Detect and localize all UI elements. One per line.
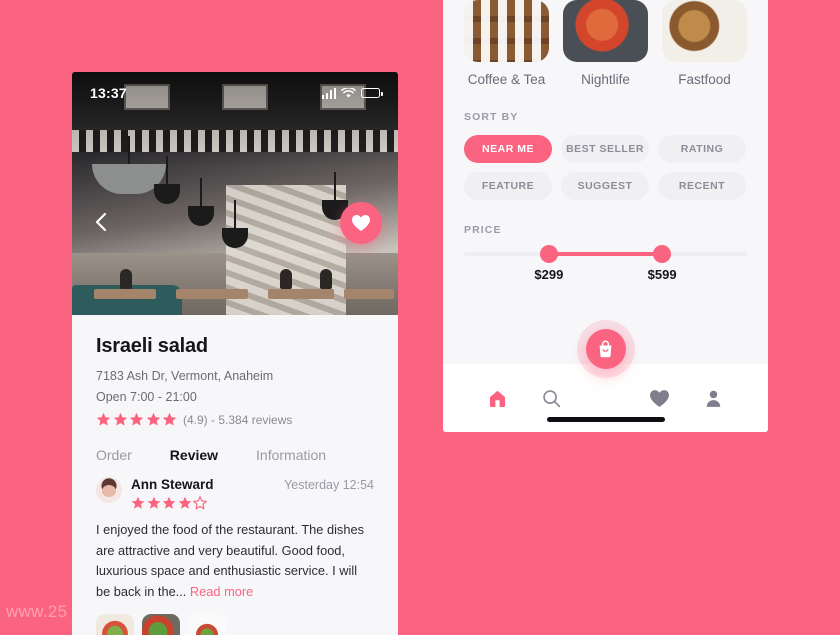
star-icon — [162, 412, 177, 426]
wifi-icon — [341, 87, 356, 98]
coffee-tea-image — [464, 0, 549, 62]
sort-by-label: SORT BY — [464, 111, 519, 123]
star-icon — [131, 496, 145, 509]
star-icon — [113, 412, 127, 426]
star-icon — [162, 496, 176, 509]
avatar — [96, 477, 122, 503]
category-label: Nightlife — [581, 72, 630, 87]
category-label: Fastfood — [678, 72, 731, 87]
nav-item-search[interactable] — [525, 388, 579, 409]
back-chevron-icon[interactable] — [90, 210, 114, 234]
slider-knob-min[interactable] — [539, 245, 558, 263]
heart-icon — [649, 389, 669, 407]
category-item-fastfood[interactable]: Fastfood — [662, 0, 747, 87]
price-range-slider[interactable]: $299 $599 — [443, 236, 768, 283]
search-icon — [543, 389, 561, 407]
review-stars — [131, 496, 374, 510]
restaurant-info: Israeli salad 7183 Ash Dr, Vermont, Anah… — [72, 315, 398, 427]
category-list: Coffee & Tea Nightlife Fastfood — [443, 0, 768, 87]
tab-review[interactable]: Review — [170, 447, 218, 463]
price-min-value: $299 — [534, 267, 564, 282]
signal-icon — [321, 87, 336, 99]
status-bar: 13:37 — [72, 72, 398, 114]
nav-item-favorites[interactable] — [632, 389, 686, 408]
rating-row: (4.9) - 5.384 reviews — [96, 412, 374, 427]
star-icon — [178, 496, 191, 509]
home-icon — [490, 390, 506, 407]
sort-chip-recent[interactable]: RECENT — [658, 172, 746, 200]
slider-track[interactable] — [464, 245, 747, 263]
cart-fab-button[interactable] — [585, 329, 626, 369]
shopping-bag-icon — [599, 340, 612, 357]
star-icon — [96, 412, 111, 426]
read-more-link[interactable]: Read more — [190, 584, 253, 599]
review-date: Yesterday 12:54 — [284, 477, 374, 492]
rating-stars — [96, 412, 177, 427]
home-indicator — [546, 417, 665, 422]
star-outline-icon — [193, 496, 207, 510]
hero-image: 13:37 — [72, 72, 398, 315]
filter-screen: Coffee & Tea Nightlife Fastfood SORT BY … — [443, 0, 768, 432]
review-thumbnail[interactable] — [96, 613, 134, 635]
review-item: Ann Steward Yesterday 12:54 I enjoyed th… — [96, 477, 374, 635]
sort-chip-near-me[interactable]: NEAR ME — [464, 135, 552, 163]
sort-chip-suggest[interactable]: SUGGEST — [561, 172, 649, 200]
heart-icon — [352, 215, 370, 231]
star-icon — [147, 496, 160, 509]
price-values: $299 $599 — [464, 267, 747, 283]
detail-tabs: Order Review Information — [72, 427, 398, 463]
sort-chip-rating[interactable]: RATING — [658, 135, 746, 163]
star-icon — [146, 412, 160, 426]
review-thumbnail[interactable] — [188, 613, 226, 635]
battery-icon — [361, 88, 383, 98]
restaurant-hours: Open 7:00 - 21:00 — [96, 390, 197, 404]
favorite-button[interactable] — [340, 202, 382, 244]
review-list: Ann Steward Yesterday 12:54 I enjoyed th… — [72, 463, 398, 635]
page-title: Israeli salad — [96, 335, 208, 357]
sort-by-options: NEAR ME BEST SELLER RATING FEATURE SUGGE… — [443, 123, 768, 200]
sort-chip-feature[interactable]: FEATURE — [464, 172, 552, 200]
restaurant-address: 7183 Ash Dr, Vermont, Anaheim — [96, 369, 274, 383]
status-time: 13:37 — [90, 85, 127, 101]
fastfood-image — [662, 0, 747, 62]
price-max-value: $599 — [647, 267, 677, 282]
review-thumbnail[interactable] — [142, 613, 180, 635]
tab-order[interactable]: Order — [96, 447, 132, 463]
slider-fill — [548, 252, 663, 256]
watermark: www.25 — [6, 602, 68, 621]
nav-item-profile[interactable] — [686, 388, 740, 409]
reviewer-name: Ann Steward — [131, 477, 214, 492]
category-label: Coffee & Tea — [467, 72, 546, 87]
review-body: I enjoyed the food of the restaurant. Th… — [96, 520, 374, 603]
category-item-coffee-tea[interactable]: Coffee & Tea — [464, 0, 549, 87]
review-thumbnails — [96, 613, 374, 635]
price-label: PRICE — [464, 224, 502, 236]
sort-chip-best-seller[interactable]: BEST SELLER — [561, 135, 649, 163]
restaurant-detail-screen: 13:37 Israeli salad 7183 Ash Dr, Vermont… — [72, 72, 398, 635]
category-item-nightlife[interactable]: Nightlife — [563, 0, 648, 87]
slider-knob-max[interactable] — [653, 245, 672, 263]
tab-information[interactable]: Information — [256, 447, 326, 463]
nav-item-home[interactable] — [471, 388, 525, 409]
nightlife-image — [563, 0, 648, 62]
status-icons — [321, 87, 383, 99]
rating-text: (4.9) - 5.384 reviews — [183, 412, 293, 427]
review-meta: Ann Steward Yesterday 12:54 — [131, 477, 374, 510]
star-icon — [129, 412, 144, 426]
profile-icon — [706, 390, 720, 407]
review-header: Ann Steward Yesterday 12:54 — [96, 477, 374, 510]
review-top-row: Ann Steward Yesterday 12:54 — [131, 477, 374, 492]
